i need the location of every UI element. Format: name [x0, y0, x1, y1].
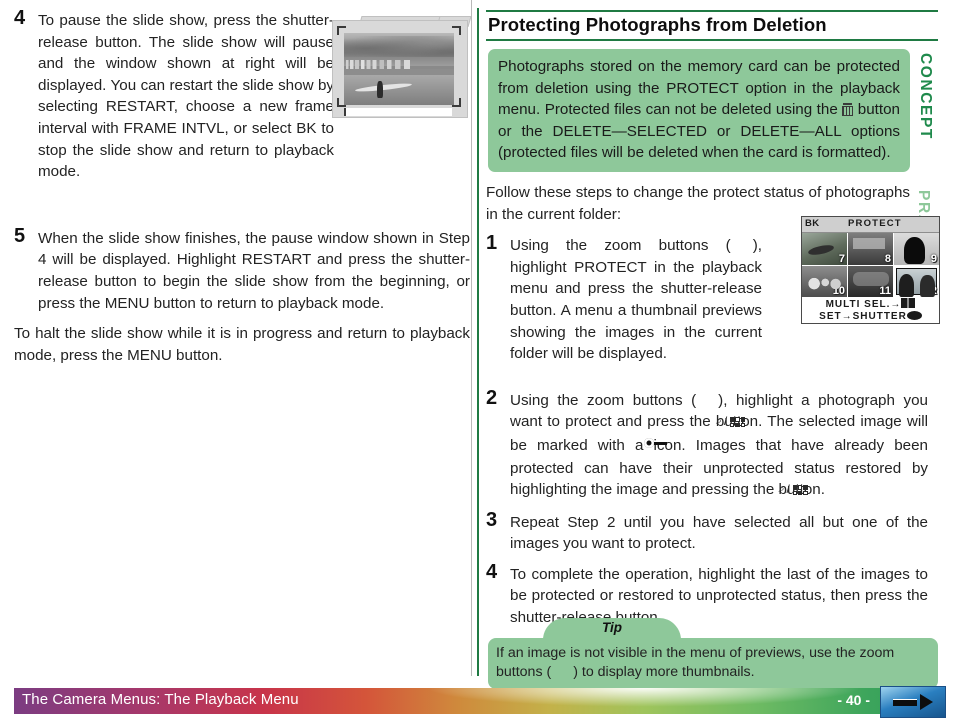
slide-show-pause-window-figure: [332, 16, 472, 120]
right-step-4: 4 To complete the operation, highlight t…: [486, 560, 928, 629]
tip-label: Tip: [602, 620, 622, 635]
step-number: 3: [486, 508, 498, 531]
right-column: Protecting Photographs from Deletion Pho…: [486, 10, 940, 689]
concept-text: Photographs stored on the memory card ca…: [498, 56, 900, 164]
left-step-5: 5 When the slide show finishes, the paus…: [14, 224, 470, 314]
window-bottom-bar: [344, 108, 452, 116]
step-number: 5: [14, 224, 26, 247]
lcd-footer-line1: MULTI SEL.→: [802, 298, 939, 311]
thumbnail-number: 8: [884, 252, 891, 265]
next-page-button[interactable]: [880, 686, 946, 718]
trash-icon: [842, 103, 854, 117]
page-title: Protecting Photographs from Deletion: [486, 10, 938, 41]
lcd-footer-line1-text: MULTI SEL.→: [825, 299, 902, 310]
photo-clouds: [344, 35, 454, 58]
step-text: Repeat Step 2 until you have selected al…: [510, 513, 928, 553]
step-text: When the slide show finishes, the pause …: [38, 229, 470, 312]
camera-lcd-screenshot: BK PROTECT 7 8 9 10 11 12 MULTI SEL.→ SE…: [801, 216, 940, 324]
step-number: 4: [486, 560, 498, 583]
thumbnail-number: 11: [879, 285, 891, 297]
lcd-title: PROTECT: [848, 218, 902, 229]
thumbnail-number: 7: [838, 252, 845, 265]
lcd-footer: MULTI SEL.→ SET→SHUTTER: [802, 297, 939, 323]
shutter-icon: [906, 311, 922, 320]
tip-text-part2: ) to display more thumbnails.: [573, 664, 755, 680]
step1-text-part1: Using the zoom buttons (: [510, 237, 731, 255]
tip-body: If an image is not visible in the menu o…: [488, 638, 938, 689]
thumbnail-number: 10: [832, 285, 845, 297]
thumbnail-number: 9: [930, 252, 937, 265]
right-step-3: 3 Repeat Step 2 until you have selected …: [486, 508, 928, 555]
lcd-back-label: BK: [805, 218, 820, 229]
multi-select-icon: [901, 298, 916, 308]
step1-text-part2: ), highlight PROTECT in the playback men…: [510, 237, 762, 363]
lcd-header: BK PROTECT: [802, 217, 939, 233]
tip-text: If an image is not visible in the menu o…: [496, 644, 930, 682]
column-divider-green: [477, 8, 479, 676]
concept-text-part1: Photographs stored on the memory card ca…: [498, 58, 900, 119]
step-number: 2: [486, 386, 498, 409]
lcd-thumbnail[interactable]: 8: [848, 233, 893, 265]
step-number: 1: [486, 232, 498, 255]
manual-page: 4 To pause the slide show, press the shu…: [0, 0, 954, 718]
lcd-thumbnail[interactable]: 9: [894, 233, 939, 265]
photo-skyline: [346, 60, 415, 69]
beach-photo: [344, 33, 454, 105]
concept-box: Photographs stored on the memory card ca…: [488, 49, 934, 172]
lcd-footer-line2: SET→SHUTTER: [802, 311, 939, 323]
corner-mark-top-right: [452, 26, 461, 35]
concept-side-tab: CONCEPT: [917, 53, 934, 140]
corner-mark-bottom-left: [337, 98, 346, 107]
lcd-footer-line2-text: SET→SHUTTER: [819, 311, 907, 322]
column-divider-gray: [471, 0, 472, 676]
lcd-thumbnail-selected[interactable]: 12: [894, 265, 939, 297]
lcd-thumbnail-grid: 7 8 9 10 11 12: [802, 233, 939, 297]
left-closing-paragraph: To halt the slide show while it is in pr…: [14, 325, 470, 364]
photo-surfer: [377, 80, 383, 98]
lcd-thumbnail[interactable]: 10: [802, 265, 847, 297]
corner-mark-bottom-right: [452, 98, 461, 107]
page-footer: The Camera Menus: The Playback Menu - 40…: [0, 686, 954, 718]
corner-mark-top-left: [337, 26, 346, 35]
page-number: - 40 -: [837, 692, 870, 708]
step-text: Using the zoom buttons (), highlight a p…: [510, 391, 928, 499]
lcd-thumbnail[interactable]: 11: [848, 265, 893, 297]
step-number: 4: [14, 7, 26, 29]
right-step-2: 2 Using the zoom buttons (), highlight a…: [486, 386, 928, 503]
step2-text-part1: Using the zoom buttons (: [510, 391, 697, 409]
lcd-thumbnail[interactable]: 7: [802, 233, 847, 265]
thumbnail-number: 12: [924, 285, 937, 297]
breadcrumb: The Camera Menus: The Playback Menu: [22, 691, 299, 708]
right-arrow-icon: [893, 694, 933, 710]
